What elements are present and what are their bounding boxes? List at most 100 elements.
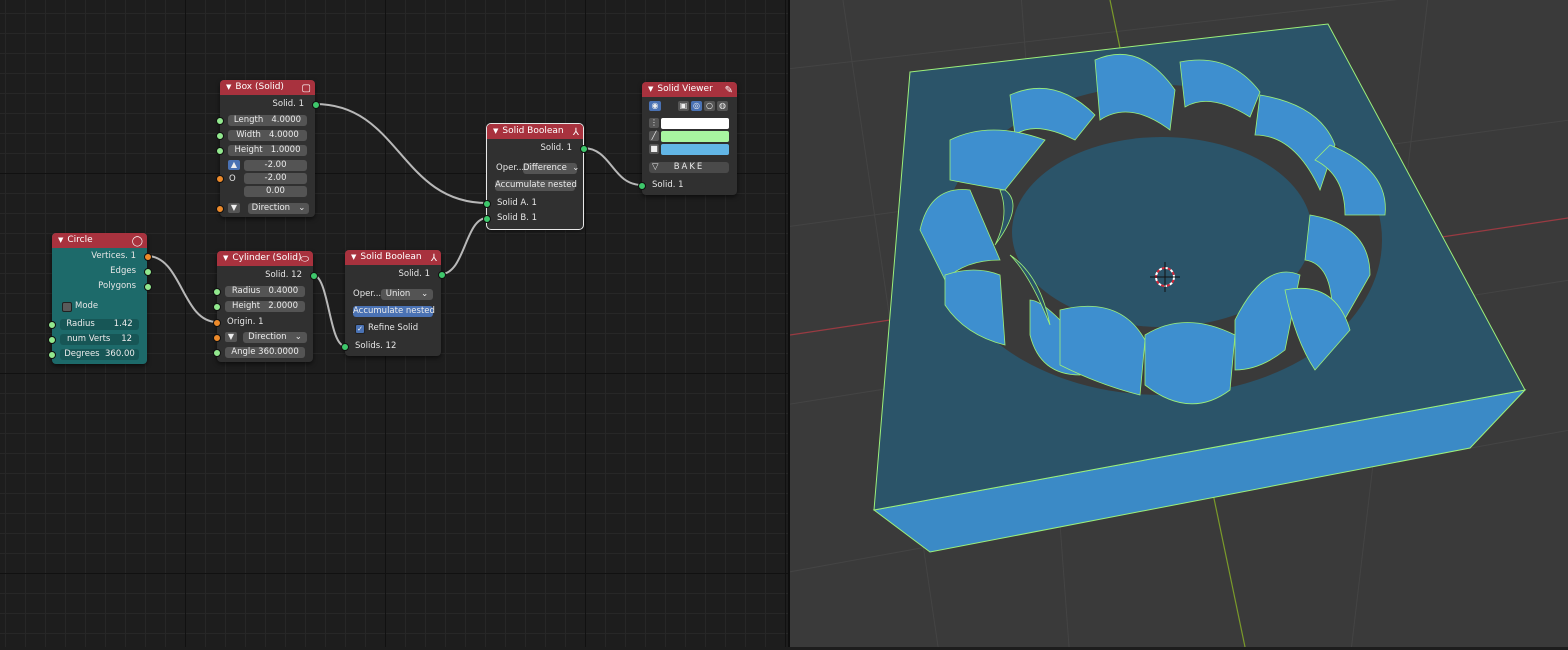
box-solid-node[interactable]: ▼ Box (Solid) ▢ Solid. 1 Length 4.0000 Wi… <box>216 80 320 217</box>
solid-sphere-icon[interactable]: ○ <box>704 101 715 111</box>
box-length-field[interactable]: Length 4.0000 <box>228 115 307 126</box>
socket-circle-num-verts[interactable] <box>48 336 56 344</box>
solid-boolean-difference-node[interactable]: ▼ Solid Boolean ⅄ Solid. 1 Oper... Differ… <box>483 123 588 230</box>
pencil-icon: ✎ <box>724 85 733 96</box>
solid-boolean-union-node[interactable]: ▼ Solid Boolean ⅄ Solid. 1 Oper... Union … <box>341 250 446 356</box>
box-output-solid: Solid. 1 <box>272 99 304 109</box>
bake-icon: ▽ <box>652 162 661 172</box>
shaded-sphere-icon[interactable]: ◍ <box>717 101 728 111</box>
socket-difference-solid-a[interactable] <box>483 200 491 208</box>
circle-num-verts-field[interactable]: num Verts 12 <box>60 334 139 345</box>
collapse-arrow-icon[interactable]: ▼ <box>648 85 653 93</box>
box-direction-dropdown[interactable]: Direction ⌄ <box>248 203 309 214</box>
union-output-solid: Solid. 1 <box>398 269 430 279</box>
cylinder-height-field[interactable]: Height 2.0000 <box>225 301 305 312</box>
cylinder-angle-field[interactable]: Angle 360.0000 <box>225 347 305 358</box>
3d-viewport[interactable] <box>689 0 1568 650</box>
socket-box-solid-out[interactable] <box>312 101 320 109</box>
face-color-swatch[interactable] <box>661 144 729 155</box>
socket-cylinder-angle[interactable] <box>213 349 221 357</box>
socket-viewer-solid-in[interactable] <box>638 182 646 190</box>
socket-union-solids-in[interactable] <box>341 343 349 351</box>
edge-color-swatch[interactable] <box>661 131 729 142</box>
socket-circle-polygons-out[interactable] <box>144 283 152 291</box>
union-operation-dropdown[interactable]: Union ⌄ <box>381 289 433 300</box>
socket-difference-solid-out[interactable] <box>580 145 588 153</box>
circle-node-header[interactable]: ▼ Circle ◯ <box>52 233 147 248</box>
expand-down-icon[interactable]: ▼ <box>225 332 237 342</box>
refine-solid-checkbox[interactable]: ✓ <box>355 324 365 334</box>
socket-box-length[interactable] <box>216 117 224 125</box>
difference-input-solid-b: Solid B. 1 <box>497 213 538 223</box>
collapse-arrow-icon[interactable]: ▼ <box>223 254 228 262</box>
cylinder-solid-node[interactable]: ▼ Cylinder (Solid) ⬭ Solid. 12 Radius 0.4… <box>213 251 318 362</box>
cylinder-node-header[interactable]: ▼ Cylinder (Solid) ⬭ <box>217 251 313 266</box>
boolean-union-header[interactable]: ▼ Solid Boolean ⅄ <box>345 250 441 265</box>
difference-input-solid-a: Solid A. 1 <box>497 198 537 208</box>
cylinder-origin-input: Origin. 1 <box>227 317 264 327</box>
socket-cylinder-solid-out[interactable] <box>310 272 318 280</box>
circle-node[interactable]: ▼ Circle ◯ Vertices. 1 Edges Polygons Mod… <box>48 233 152 364</box>
wire-sphere-icon[interactable]: ◎ <box>691 101 702 111</box>
difference-output-solid: Solid. 1 <box>540 143 572 153</box>
socket-cylinder-origin[interactable] <box>213 319 221 327</box>
box-height-field[interactable]: Height 1.0000 <box>228 145 307 156</box>
cylinder-output-solid: Solid. 12 <box>265 270 302 280</box>
collapse-arrow-icon[interactable]: ▼ <box>58 236 63 244</box>
box-icon: ▢ <box>301 83 311 94</box>
boolean-difference-header[interactable]: ▼ Solid Boolean ⅄ <box>487 124 583 139</box>
vertex-toggle-icon[interactable]: ⋮ <box>649 118 659 128</box>
difference-operation-dropdown[interactable]: Difference ⌄ <box>523 163 579 174</box>
circle-output-edges: Edges <box>110 266 136 276</box>
cylinder-radius-field[interactable]: Radius 0.4000 <box>225 286 305 297</box>
box-origin-y-field[interactable]: -2.00 <box>244 173 307 184</box>
socket-cylinder-height[interactable] <box>213 303 221 311</box>
circle-mode-checkbox[interactable] <box>62 302 72 312</box>
socket-box-width[interactable] <box>216 132 224 140</box>
eye-icon[interactable]: ◉ <box>649 101 661 111</box>
chevron-down-icon: ⌄ <box>294 332 302 342</box>
box-width-field[interactable]: Width 4.0000 <box>228 130 307 141</box>
socket-box-height[interactable] <box>216 147 224 155</box>
socket-circle-radius[interactable] <box>48 321 56 329</box>
difference-operation-label: Oper... <box>496 163 525 173</box>
cube-icon[interactable]: ▣ <box>678 101 689 111</box>
circle-mode-label: Mode <box>75 301 99 311</box>
bake-button[interactable]: ▽ BAKE <box>649 162 729 173</box>
face-toggle-icon[interactable]: ■ <box>649 144 659 154</box>
difference-accumulate-nested-toggle[interactable]: Accumulate nested <box>495 180 577 191</box>
socket-circle-edges-out[interactable] <box>144 268 152 276</box>
union-accumulate-nested-toggle[interactable]: Accumulate nested <box>353 306 435 317</box>
chevron-down-icon: ⌄ <box>298 203 306 213</box>
solid-viewer-node[interactable]: ▼ Solid Viewer ✎ ◉ ▣ ◎ ○ ◍ ⋮ ╱ ■ ▽ BAKE So… <box>638 82 737 195</box>
viewer-node-header[interactable]: ▼ Solid Viewer ✎ <box>642 82 737 97</box>
socket-union-solid-out[interactable] <box>438 271 446 279</box>
viewport-scene <box>689 0 1568 650</box>
circle-radius-field[interactable]: Radius 1.42 <box>60 319 139 330</box>
circle-output-vertices: Vertices. 1 <box>91 251 136 261</box>
box-node-header[interactable]: ▼ Box (Solid) ▢ <box>220 80 315 95</box>
socket-difference-solid-b[interactable] <box>483 215 491 223</box>
socket-cylinder-radius[interactable] <box>213 288 221 296</box>
vertex-color-swatch[interactable] <box>661 118 729 129</box>
socket-circle-degrees[interactable] <box>48 351 56 359</box>
socket-box-direction[interactable] <box>216 205 224 213</box>
box-origin-label: O <box>229 174 236 184</box>
collapse-arrow-icon[interactable]: ▼ <box>226 83 231 91</box>
edge-toggle-icon[interactable]: ╱ <box>649 131 659 141</box>
collapse-arrow-icon[interactable]: ▼ <box>493 127 498 135</box>
boolean-icon: ⅄ <box>430 253 437 264</box>
cylinder-icon: ⬭ <box>300 254 309 265</box>
socket-cylinder-direction[interactable] <box>213 334 221 342</box>
collapse-arrow-icon[interactable]: ▼ <box>351 253 356 261</box>
expand-up-icon[interactable]: ▲ <box>228 160 240 170</box>
circle-icon: ◯ <box>131 236 143 247</box>
socket-box-origin[interactable] <box>216 175 224 183</box>
union-operation-label: Oper... <box>353 289 382 299</box>
expand-down-icon[interactable]: ▼ <box>228 203 240 213</box>
socket-circle-vertices-out[interactable] <box>144 253 152 261</box>
cylinder-direction-dropdown[interactable]: Direction ⌄ <box>243 332 307 343</box>
box-origin-z-field[interactable]: 0.00 <box>244 186 307 197</box>
box-origin-x-field[interactable]: -2.00 <box>244 160 307 171</box>
circle-degrees-field[interactable]: Degrees 360.00 <box>60 349 139 360</box>
